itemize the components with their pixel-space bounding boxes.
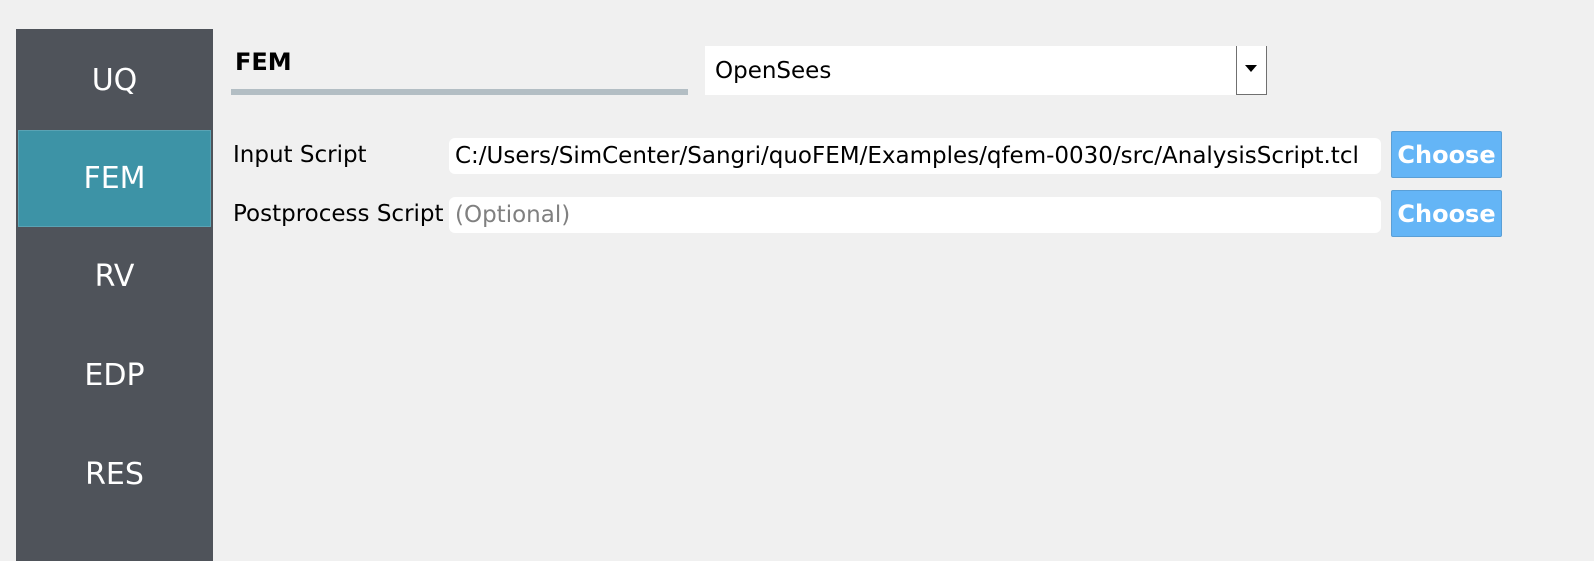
sidebar-item-uq[interactable]: UQ bbox=[18, 32, 211, 129]
input-script-field[interactable]: C:/Users/SimCenter/Sangri/quoFEM/Example… bbox=[449, 138, 1381, 174]
sidebar-item-label: RES bbox=[85, 457, 144, 492]
input-script-label: Input Script bbox=[233, 142, 367, 168]
sidebar-item-fem[interactable]: FEM bbox=[18, 130, 211, 227]
fem-application-select[interactable]: OpenSees bbox=[705, 46, 1267, 95]
postprocess-script-field[interactable]: (Optional) bbox=[449, 197, 1381, 233]
sidebar-item-rv[interactable]: RV bbox=[18, 228, 211, 325]
section-title-underline bbox=[231, 89, 688, 95]
sidebar-item-label: FEM bbox=[83, 161, 146, 196]
sidebar-item-label: RV bbox=[94, 259, 135, 294]
chevron-down-icon bbox=[1245, 65, 1257, 72]
sidebar: UQ FEM RV EDP RES bbox=[16, 29, 213, 561]
input-script-choose-button[interactable]: Choose bbox=[1391, 131, 1502, 178]
sidebar-item-edp[interactable]: EDP bbox=[18, 327, 211, 424]
section-title: FEM bbox=[235, 48, 292, 76]
postprocess-script-choose-button[interactable]: Choose bbox=[1391, 190, 1502, 237]
sidebar-item-label: EDP bbox=[84, 358, 145, 393]
sidebar-item-res[interactable]: RES bbox=[18, 426, 211, 523]
sidebar-item-label: UQ bbox=[91, 63, 138, 98]
fem-application-select-value: OpenSees bbox=[715, 58, 832, 84]
dropdown-button[interactable] bbox=[1236, 46, 1267, 95]
postprocess-script-label: Postprocess Script bbox=[233, 201, 444, 227]
